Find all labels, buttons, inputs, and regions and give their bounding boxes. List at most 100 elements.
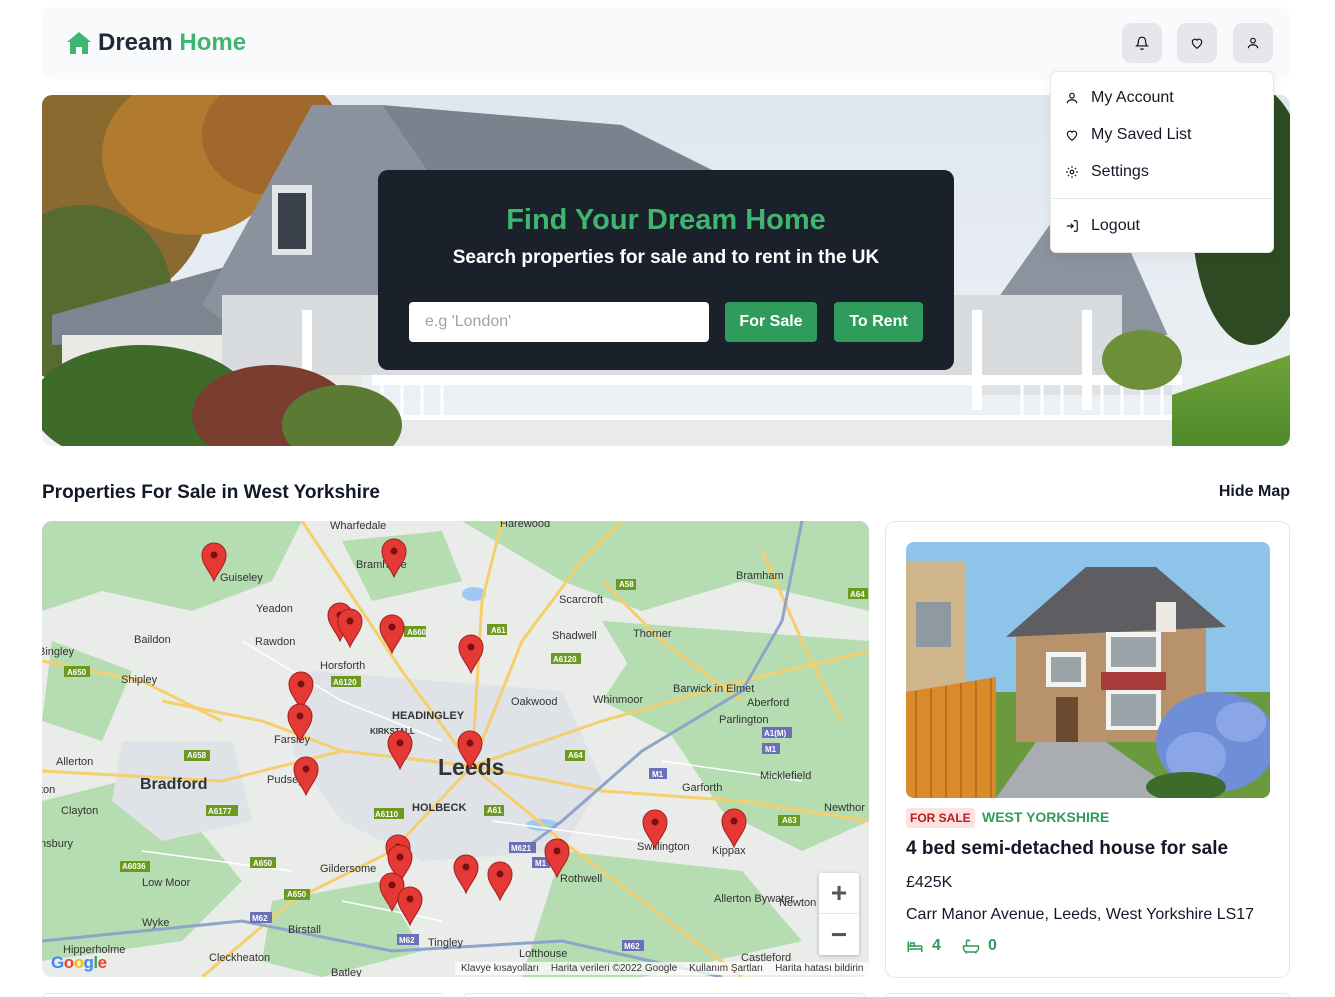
menu-divider (1052, 198, 1272, 199)
map-label: Oakwood (511, 696, 557, 708)
zoom-out-button[interactable]: − (819, 914, 859, 955)
svg-text:A64: A64 (568, 751, 583, 760)
svg-text:M1: M1 (535, 859, 547, 868)
map-label: Garforth (682, 782, 722, 794)
svg-text:M1: M1 (765, 745, 777, 754)
property-photo[interactable] (906, 542, 1270, 798)
listing-price: £425K (906, 874, 953, 891)
zoom-controls: + − (819, 873, 859, 955)
hide-map-button[interactable]: Hide Map (1219, 483, 1290, 501)
svg-text:A6177: A6177 (208, 807, 232, 816)
menu-item-label: Logout (1091, 217, 1140, 234)
map-label: Clayton (61, 805, 98, 817)
map-label: Barwick in Elmet (673, 683, 754, 695)
svg-text:A58: A58 (619, 580, 634, 589)
map-label: Harewood (500, 521, 550, 530)
logout-icon (1066, 220, 1078, 232)
menu-item-logout[interactable]: Logout (1065, 217, 1140, 235)
notifications-button[interactable] (1122, 23, 1162, 63)
heart-icon (1066, 130, 1078, 141)
menu-item-label: My Account (1091, 89, 1174, 106)
keyboard-shortcuts-link[interactable]: Klavye kısayolları (461, 963, 539, 974)
map-attribution: Klavye kısayolları Harita verileri ©2022… (455, 962, 869, 975)
svg-text:A660: A660 (407, 628, 427, 637)
svg-text:M1: M1 (652, 770, 664, 779)
map-label: Newton (779, 897, 816, 909)
brand-name: Dream Home (98, 29, 247, 56)
hero-title: Find Your Dream Home (506, 204, 826, 236)
map-label: Yeadon (256, 603, 293, 615)
favorites-button[interactable] (1177, 23, 1217, 63)
map-label: Cleckheaton (209, 952, 270, 964)
map-label: Farsley (274, 734, 311, 746)
listing-address: Carr Manor Avenue, Leeds, West Yorkshire… (906, 906, 1255, 923)
for-sale-button[interactable]: For Sale (725, 302, 817, 342)
bed-icon (907, 941, 923, 952)
menu-item-label: My Saved List (1091, 126, 1192, 143)
svg-text:A1(M): A1(M) (764, 729, 787, 738)
user-icon (1247, 37, 1259, 49)
to-rent-button[interactable]: To Rent (834, 302, 923, 342)
map-canvas[interactable]: A660 A61 A58 A64 A6120 A6120 A650 A658 A… (42, 521, 869, 977)
property-card-next[interactable] (463, 993, 866, 997)
bell-icon (1135, 36, 1149, 50)
menu-item-my-account[interactable]: My Account (1065, 89, 1174, 107)
map-label: Bingley (42, 646, 75, 658)
terms-link[interactable]: Kullanım Şartları (689, 963, 763, 974)
property-map[interactable]: A660 A61 A58 A64 A6120 A6120 A650 A658 A… (42, 521, 869, 977)
map-label: Aberford (747, 697, 789, 709)
map-label: Guiseley (220, 572, 263, 584)
svg-text:M62: M62 (624, 942, 640, 951)
hero-subtitle: Search properties for sale and to rent i… (452, 247, 880, 268)
svg-text:M621: M621 (511, 844, 532, 853)
map-label: Whinmoor (593, 694, 643, 706)
listing-title[interactable]: 4 bed semi-detached house for sale (906, 838, 1228, 860)
brand-logo[interactable]: Dream Home (66, 29, 246, 57)
bedrooms-count: 4 (932, 937, 941, 954)
bathrooms-count: 0 (988, 937, 997, 954)
top-navbar: Dream Home (42, 7, 1290, 79)
svg-text:A6110: A6110 (375, 810, 399, 819)
map-label: Thorner (633, 628, 672, 640)
map-label: Allerton (56, 756, 93, 768)
bedrooms-info: 4 (906, 937, 941, 955)
property-card-next[interactable] (885, 993, 1290, 997)
property-card[interactable]: FOR SALE WEST YORKSHIRE 4 bed semi-detac… (885, 521, 1290, 978)
menu-item-settings[interactable]: Settings (1065, 163, 1149, 181)
map-label: Kippax (712, 845, 746, 857)
section-title: Properties For Sale in West Yorkshire (42, 482, 380, 503)
svg-text:A6120: A6120 (333, 678, 357, 687)
map-label: Baildon (134, 634, 171, 646)
property-card-next[interactable] (42, 993, 444, 997)
map-label: Low Moor (142, 877, 191, 889)
map-label: Wharfedale (330, 521, 386, 532)
map-label: ton (42, 784, 55, 796)
svg-text:A64: A64 (850, 590, 865, 599)
report-error-link[interactable]: Harita hatası bildirin (775, 963, 863, 974)
search-panel: Find Your Dream Home Search properties f… (378, 170, 954, 370)
map-label: Scarcroft (559, 594, 603, 606)
map-label: Micklefield (760, 770, 811, 782)
svg-text:A61: A61 (487, 806, 502, 815)
map-label: Batley (331, 967, 362, 977)
map-label: Bradford (140, 776, 208, 793)
svg-text:A658: A658 (187, 751, 207, 760)
property-image (906, 542, 1270, 798)
zoom-in-button[interactable]: + (819, 873, 859, 914)
map-label: Horsforth (320, 660, 365, 672)
map-label: nsbury (42, 838, 74, 850)
heart-icon (1191, 38, 1203, 49)
menu-item-saved-list[interactable]: My Saved List (1065, 126, 1191, 144)
account-button[interactable] (1233, 23, 1273, 63)
map-label: Bramham (736, 570, 784, 582)
map-label: Swillington (637, 841, 690, 853)
map-data-text: Harita verileri ©2022 Google (550, 963, 678, 974)
map-label: Wyke (142, 917, 169, 929)
svg-text:A650: A650 (287, 890, 307, 899)
svg-text:A61: A61 (491, 626, 506, 635)
user-icon (1066, 92, 1078, 104)
menu-item-label: Settings (1091, 163, 1149, 180)
bathrooms-info: 0 (962, 937, 997, 955)
location-search-input[interactable] (409, 302, 709, 342)
status-badge: FOR SALE (906, 808, 975, 828)
